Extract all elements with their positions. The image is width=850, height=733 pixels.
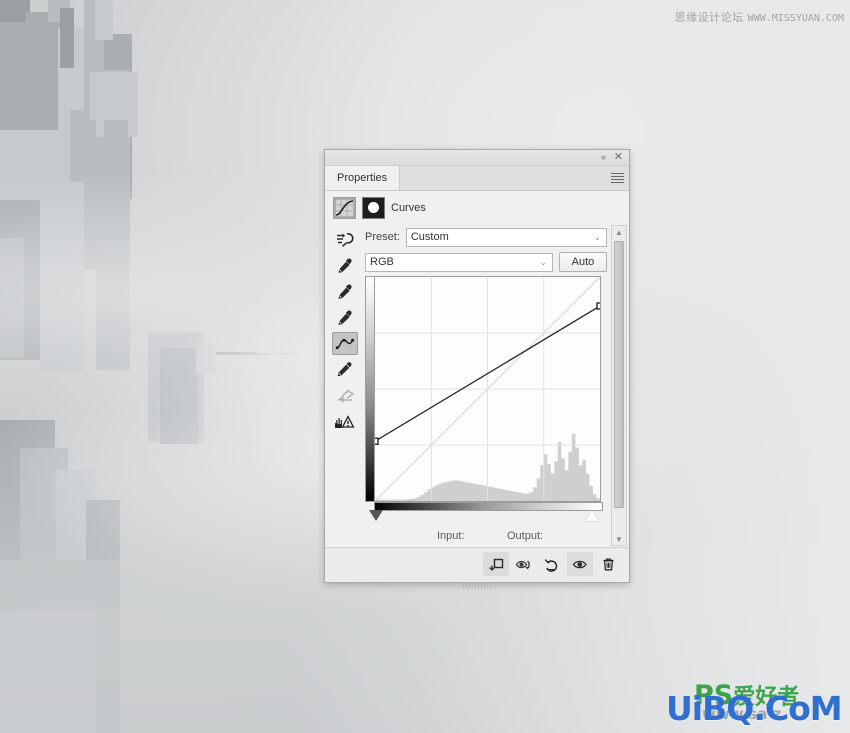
- chevron-down-icon: ⌄: [539, 256, 547, 267]
- watermark-top-cn: 思缘设计论坛: [674, 11, 744, 24]
- blackwhite-point-sliders: [369, 510, 605, 524]
- white-point-slider[interactable]: [585, 510, 599, 521]
- auto-button[interactable]: Auto: [559, 252, 607, 272]
- curves-content: Preset: Custom ⌄ RGB ⌄ Auto Input: Outpu…: [365, 223, 607, 548]
- panel-scrollbar[interactable]: ▲ ▼: [611, 225, 627, 546]
- smooth-curve-tool[interactable]: [332, 384, 358, 407]
- properties-panel: « ✕ Properties Curves Preset: Custom ⌄ R…: [324, 149, 630, 588]
- scroll-up-icon[interactable]: ▲: [612, 226, 626, 238]
- input-label: Input:: [437, 530, 465, 542]
- white-point-eyedropper[interactable]: [332, 306, 358, 329]
- black-point-slider[interactable]: [369, 510, 383, 521]
- output-label: Output:: [507, 530, 544, 542]
- watermark-bottom: PS爱好者 www.sa z UiBQ.CoM: [666, 679, 846, 731]
- watermark-top-en: WWW.MISSYUAN.COM: [747, 13, 844, 24]
- channel-row: RGB ⌄ Auto: [365, 252, 607, 272]
- scrollbar-thumb[interactable]: [614, 241, 624, 508]
- panel-body: Preset: Custom ⌄ RGB ⌄ Auto Input: Outpu…: [325, 223, 629, 548]
- watermark-top: 思缘设计论坛 WWW.MISSYUAN.COM: [675, 9, 844, 25]
- adjustment-title: Curves: [391, 201, 426, 214]
- scroll-down-icon[interactable]: ▼: [612, 533, 626, 545]
- clipping-warning-toggle[interactable]: [332, 410, 358, 433]
- mask-dot: [368, 202, 379, 213]
- input-output-row: Input: Output:: [365, 530, 601, 546]
- preset-dropdown[interactable]: Custom ⌄: [405, 227, 607, 247]
- curves-plot[interactable]: [375, 277, 600, 501]
- reset-button[interactable]: [539, 552, 565, 576]
- pencil-tool[interactable]: [332, 358, 358, 381]
- curves-adjustment-icon[interactable]: [333, 196, 356, 219]
- tab-properties-label: Properties: [337, 172, 388, 184]
- view-previous-state-button[interactable]: [511, 552, 537, 576]
- gray-point-eyedropper[interactable]: [332, 280, 358, 303]
- footer-buttons: [483, 552, 621, 576]
- curves-graph[interactable]: [374, 276, 601, 502]
- on-image-adjustment-tool[interactable]: [332, 228, 358, 251]
- curves-tool-column: [332, 228, 360, 436]
- toggle-visibility-button[interactable]: [567, 552, 593, 576]
- output-gradient-strip: [365, 276, 374, 502]
- curve-control-point[interactable]: [596, 302, 600, 310]
- layer-mask-icon[interactable]: [362, 196, 385, 219]
- panel-tab-row: Properties: [325, 166, 629, 191]
- chevron-down-icon: ⌄: [593, 231, 601, 242]
- auto-button-label: Auto: [571, 256, 595, 268]
- delete-button[interactable]: [595, 552, 621, 576]
- clip-to-layer-button[interactable]: [483, 552, 509, 576]
- watermark-bottom-blue: UiBQ.CoM: [666, 689, 843, 728]
- preset-row: Preset: Custom ⌄: [365, 227, 607, 247]
- curve-point-tool[interactable]: [332, 332, 358, 355]
- tab-properties[interactable]: Properties: [325, 166, 401, 190]
- channel-value: RGB: [370, 256, 394, 268]
- curve-control-point[interactable]: [375, 437, 379, 445]
- channel-dropdown[interactable]: RGB ⌄: [365, 252, 553, 272]
- resize-grip[interactable]: [463, 582, 491, 588]
- adjustment-header: Curves: [325, 191, 629, 224]
- panel-titlebar[interactable]: « ✕: [325, 150, 629, 166]
- black-point-eyedropper[interactable]: [332, 254, 358, 277]
- preset-label: Preset:: [365, 231, 400, 243]
- panel-footer: [325, 547, 629, 588]
- collapse-chevrons-icon[interactable]: «: [596, 151, 609, 164]
- close-icon[interactable]: ✕: [612, 151, 625, 164]
- panel-menu-icon[interactable]: [611, 171, 624, 184]
- preset-value: Custom: [410, 231, 449, 243]
